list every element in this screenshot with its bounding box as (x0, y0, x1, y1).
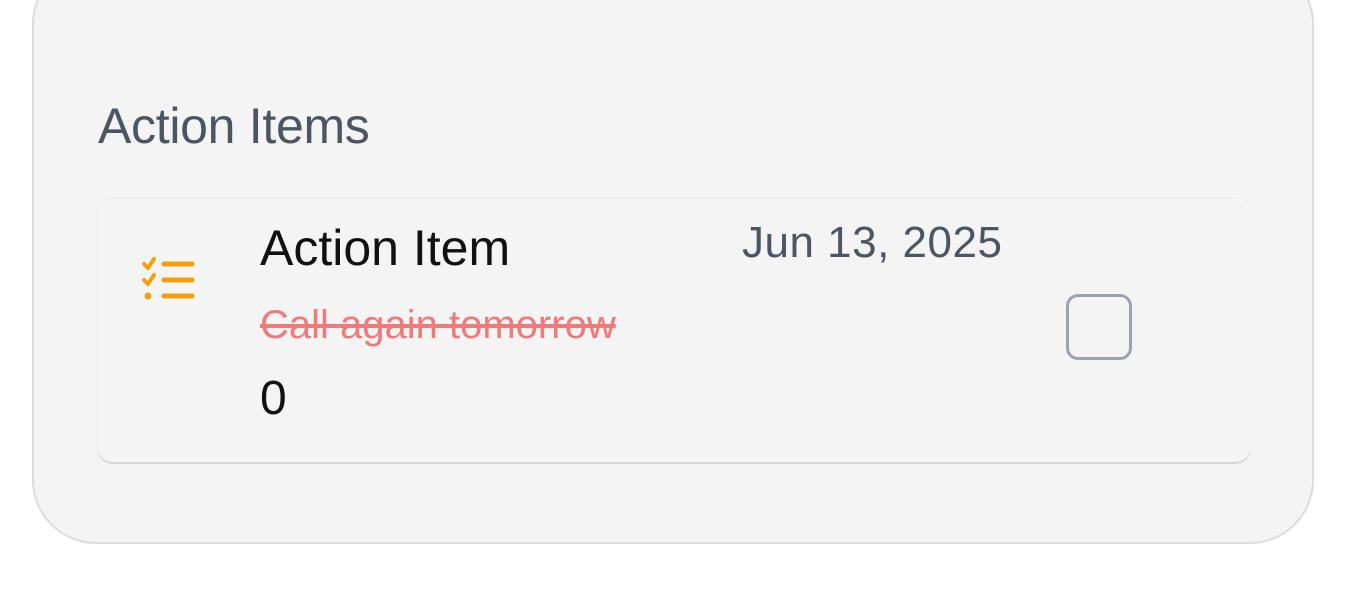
item-date: Jun 13, 2025 (742, 218, 1003, 267)
item-count: 0 (260, 372, 287, 425)
item-description: Call again tomorrow (260, 303, 616, 347)
section-title: Action Items (98, 98, 370, 154)
checklist-icon (142, 256, 196, 304)
item-title: Action Item (260, 220, 511, 276)
complete-checkbox[interactable] (1066, 294, 1132, 360)
action-item-card[interactable]: Action Item Jun 13, 2025 Call again tomo… (98, 198, 1250, 462)
